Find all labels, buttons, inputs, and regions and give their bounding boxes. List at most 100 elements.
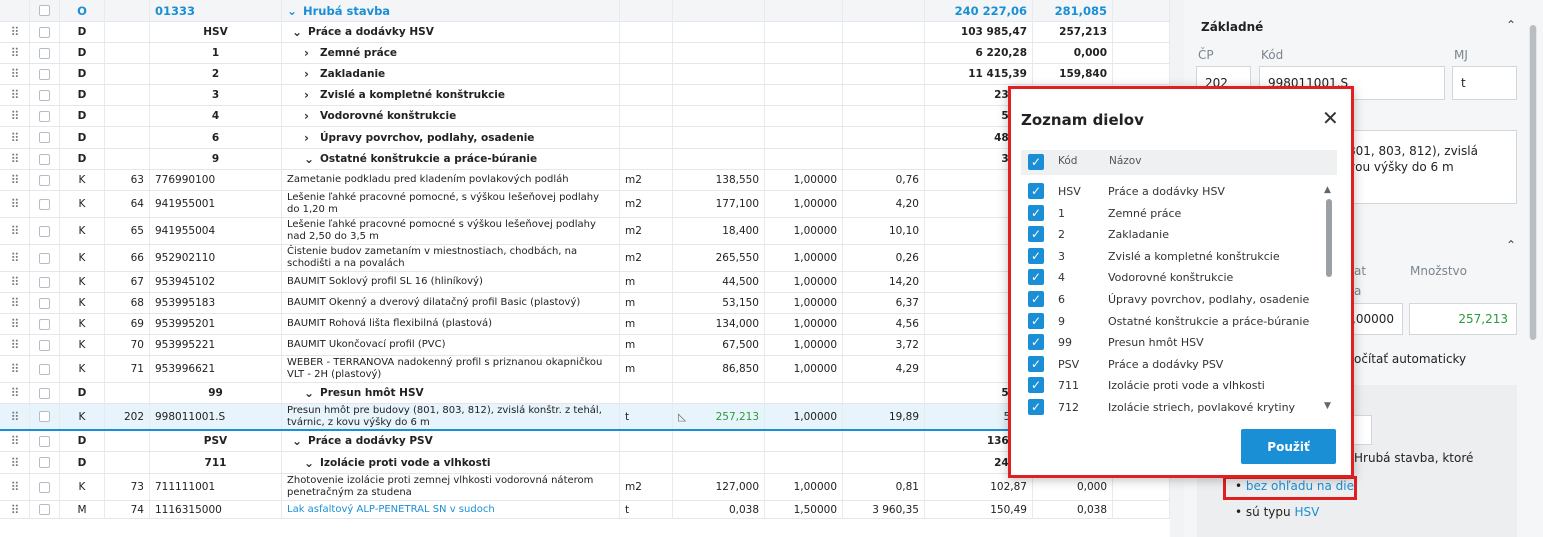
- row-checkbox-cell[interactable]: [30, 383, 60, 403]
- drag-handle-icon[interactable]: ⠿: [0, 127, 30, 148]
- chevron-down-icon[interactable]: ⌄: [287, 4, 297, 18]
- row-checkbox[interactable]: [39, 174, 50, 186]
- chevron-down-icon[interactable]: ⌄: [304, 456, 314, 470]
- row-checkbox-cell[interactable]: [30, 149, 60, 169]
- row-checkbox-cell[interactable]: [30, 314, 60, 334]
- table-row[interactable]: ⠿ K 66 952902110 Čistenie budov zametaním v …: [0, 245, 1170, 272]
- row-checkbox-cell[interactable]: [30, 218, 60, 244]
- part-checkbox[interactable]: ✓: [1028, 204, 1044, 221]
- drag-handle-icon[interactable]: ⠿: [0, 335, 30, 355]
- table-group-row[interactable]: ⠿ D 1 › Zemné práce 6 220,28 0,000: [0, 43, 1170, 64]
- table-row[interactable]: ⠿ K 69 953995201 BAUMIT Rohová lišta flexibi…: [0, 314, 1170, 335]
- drag-handle-icon[interactable]: ⠿: [0, 218, 30, 244]
- part-checkbox[interactable]: ✓: [1028, 399, 1044, 415]
- row-checkbox[interactable]: [39, 252, 50, 264]
- row-checkbox[interactable]: [39, 132, 50, 143]
- row-checkbox[interactable]: [39, 411, 50, 422]
- table-row[interactable]: ⠿ K 68 953995183 BAUMIT Okenný a dverový dil…: [0, 293, 1170, 314]
- row-name-cell[interactable]: › Vodorovné konštrukcie: [282, 106, 620, 126]
- table-group-row[interactable]: ⠿ D 6 › Úpravy povrchov, podlahy, osadenie 48…: [0, 127, 1170, 149]
- row-checkbox-cell[interactable]: [30, 293, 60, 313]
- table-row[interactable]: ⠿ K 73 711111001 Zhotovenie izolácie proti z…: [0, 474, 1170, 501]
- row-checkbox[interactable]: [39, 198, 50, 210]
- row-name-cell[interactable]: ⌄ Ostatné konštrukcie a práce-búranie: [282, 149, 620, 169]
- part-checkbox[interactable]: ✓: [1028, 269, 1044, 286]
- table-row[interactable]: ⠿ K 70 953995221 BAUMIT Ukončovací profil (P…: [0, 335, 1170, 356]
- row-checkbox[interactable]: [39, 225, 50, 237]
- row-checkbox[interactable]: [39, 363, 50, 375]
- row-checkbox-cell[interactable]: [30, 356, 60, 382]
- header-checkbox-cell[interactable]: [30, 0, 60, 21]
- row-checkbox-cell[interactable]: [30, 272, 60, 292]
- row-checkbox-cell[interactable]: [30, 452, 60, 473]
- drag-handle-icon[interactable]: ⠿: [0, 106, 30, 126]
- row-checkbox[interactable]: [39, 89, 50, 101]
- chevron-down-icon[interactable]: ⌄: [292, 434, 302, 448]
- mj-field[interactable]: t: [1452, 66, 1517, 100]
- chevron-down-icon[interactable]: ⌄: [292, 25, 302, 39]
- calc-icon[interactable]: ◺: [678, 411, 686, 423]
- table-group-row[interactable]: ⠿D711⌄Izolácie proti vode a vlhkosti24 8…: [0, 452, 1170, 474]
- drag-handle-icon[interactable]: ⠿: [0, 149, 30, 169]
- row-checkbox-cell[interactable]: [30, 474, 60, 500]
- table-group-row[interactable]: ⠿D3›Zvislé a kompletné konštrukcie23 97: [0, 85, 1170, 106]
- chevron-up-icon[interactable]: ⌃: [1506, 238, 1516, 252]
- row-checkbox[interactable]: [39, 297, 50, 309]
- row-name[interactable]: Lak asfaltový ALP-PENETRAL SN v sudoch: [287, 504, 495, 516]
- table-group-row[interactable]: ⠿ D 2 › Zakladanie 11 415,39 159,840: [0, 64, 1170, 85]
- table-row[interactable]: ⠿ K 63 776990100 Zametanie podkladu pred kla…: [0, 170, 1170, 191]
- drag-handle-icon[interactable]: ⠿: [0, 404, 30, 429]
- drag-handle-icon[interactable]: ⠿: [0, 474, 30, 500]
- chevron-down-icon[interactable]: ⌄: [304, 152, 314, 166]
- row-checkbox[interactable]: [39, 47, 50, 59]
- table-group-row[interactable]: ⠿D99⌄Presun hmôt HSV5 11: [0, 383, 1170, 404]
- row-checkbox[interactable]: [39, 457, 50, 468]
- row-checkbox-cell[interactable]: [30, 106, 60, 126]
- auto-calc-label[interactable]: očítať automaticky: [1354, 352, 1466, 366]
- header-title-cell[interactable]: ⌄ Hrubá stavba: [282, 0, 620, 21]
- row-checkbox[interactable]: [39, 153, 50, 165]
- scroll-down-icon[interactable]: ▼: [1324, 401, 1331, 411]
- table-row[interactable]: ⠿ K 64 941955001 Lešenie ľahké pracovné pomo…: [0, 191, 1170, 218]
- row-name-cell[interactable]: › Zvislé a kompletné konštrukcie: [282, 85, 620, 105]
- part-checkbox[interactable]: ✓: [1028, 377, 1044, 394]
- chevron-right-icon[interactable]: ›: [304, 46, 314, 60]
- row-checkbox-cell[interactable]: [30, 431, 60, 451]
- drag-handle-icon[interactable]: ⠿: [0, 452, 30, 473]
- hsv-type-link[interactable]: HSV: [1294, 505, 1319, 519]
- apply-button[interactable]: Použiť: [1241, 429, 1336, 464]
- drag-handle-icon[interactable]: ⠿: [0, 170, 30, 190]
- drag-handle-icon[interactable]: ⠿: [0, 191, 30, 217]
- table-group-row[interactable]: ⠿ D PSV ⌄ Práce a dodávky PSV 136 24: [0, 431, 1170, 452]
- drag-handle-icon[interactable]: ⠿: [0, 383, 30, 403]
- row-checkbox-cell[interactable]: [30, 64, 60, 84]
- row-checkbox[interactable]: [39, 276, 50, 288]
- row-checkbox-cell[interactable]: [30, 501, 60, 518]
- row-name-cell[interactable]: ⌄ Práce a dodávky HSV: [282, 22, 620, 42]
- row-name-cell[interactable]: ⌄ Presun hmôt HSV: [282, 383, 620, 403]
- panel-scrollbar[interactable]: [1529, 25, 1537, 340]
- drag-handle-icon[interactable]: ⠿: [0, 43, 30, 63]
- row-checkbox-cell[interactable]: [30, 127, 60, 148]
- row-checkbox-cell[interactable]: [30, 170, 60, 190]
- row-name-cell[interactable]: ⌄ Izolácie proti vode a vlhkosti: [282, 452, 620, 473]
- row-checkbox[interactable]: [39, 387, 50, 399]
- select-all-parts-checkbox[interactable]: ✓: [1028, 154, 1044, 170]
- part-checkbox[interactable]: ✓: [1028, 334, 1044, 351]
- chevron-down-icon[interactable]: ⌄: [304, 386, 314, 400]
- mnozstvo-field[interactable]: 257,213: [1409, 303, 1517, 335]
- drag-handle-icon[interactable]: ⠿: [0, 272, 30, 292]
- drag-handle-icon[interactable]: ⠿: [0, 85, 30, 105]
- table-group-row[interactable]: ⠿ D 9 ⌄ Ostatné konštrukcie a práce-búranie 3…: [0, 149, 1170, 170]
- part-checkbox[interactable]: ✓: [1028, 226, 1044, 243]
- part-checkbox[interactable]: ✓: [1028, 183, 1044, 199]
- part-checkbox[interactable]: ✓: [1028, 291, 1044, 307]
- row-checkbox-cell[interactable]: [30, 191, 60, 217]
- panel-scrollbar-thumb[interactable]: [1530, 25, 1536, 340]
- row-checkbox-cell[interactable]: [30, 335, 60, 355]
- row-name-cell[interactable]: › Zemné práce: [282, 43, 620, 63]
- drag-handle-icon[interactable]: ⠿: [0, 356, 30, 382]
- drag-handle-icon[interactable]: ⠿: [0, 314, 30, 334]
- row-checkbox-cell[interactable]: [30, 85, 60, 105]
- row-name-cell[interactable]: › Zakladanie: [282, 64, 620, 84]
